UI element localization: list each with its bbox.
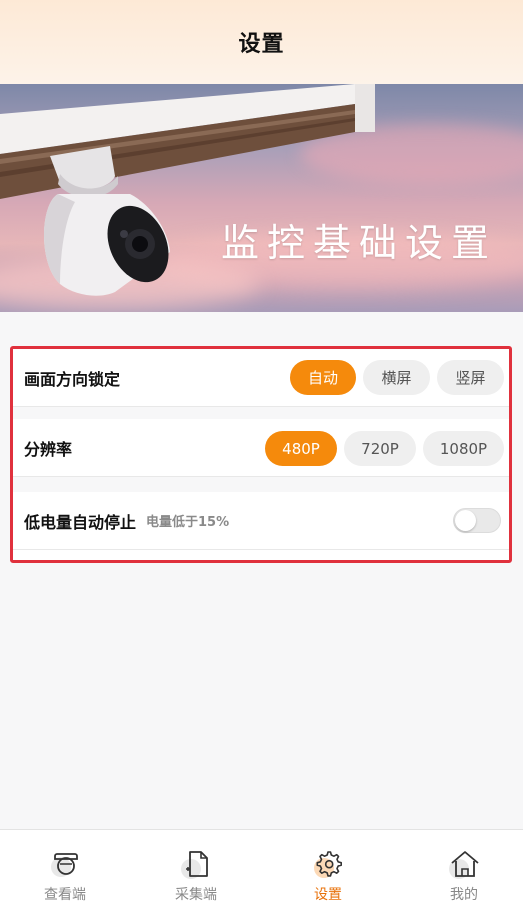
low-battery-note: 电量低于15%: [146, 515, 230, 530]
orientation-lock-label: 画面方向锁定: [24, 369, 121, 389]
orientation-landscape-option[interactable]: 横屏: [363, 360, 430, 395]
tab-viewer[interactable]: 查看端: [0, 830, 130, 909]
page-title: 设置: [238, 32, 285, 57]
camera-view-icon: [51, 853, 78, 877]
orientation-auto-option[interactable]: 自动: [290, 360, 356, 395]
banner-title: 监控基础设置: [220, 221, 497, 265]
orientation-portrait-option[interactable]: 竖屏: [437, 360, 504, 395]
camera-illustration: [0, 84, 375, 296]
tab-viewer-label: 查看端: [44, 887, 86, 903]
low-battery-toggle[interactable]: [453, 508, 501, 533]
tab-capture[interactable]: 采集端: [131, 830, 261, 909]
tab-settings-label: 设置: [314, 887, 342, 903]
resolution-row: 分辨率 480P 720P 1080P: [13, 419, 509, 477]
orientation-lock-row: 画面方向锁定 自动 横屏 竖屏: [13, 349, 509, 407]
tab-mine[interactable]: 我的: [399, 830, 523, 909]
tab-settings[interactable]: 设置: [263, 830, 393, 909]
capture-file-icon: [181, 851, 208, 879]
low-battery-row: 低电量自动停止 电量低于15%: [13, 492, 509, 550]
banner: 监控基础设置: [0, 84, 523, 312]
tab-mine-label: 我的: [450, 887, 478, 903]
low-battery-label: 低电量自动停止: [24, 512, 137, 532]
resolution-1080p-option[interactable]: 1080P: [423, 431, 504, 466]
toggle-knob: [455, 510, 476, 531]
gear-icon: [314, 851, 342, 878]
settings-panel: 画面方向锁定 自动 横屏 竖屏 分辨率 480P 720P 1080P 低电量自…: [10, 346, 512, 563]
resolution-480p-option[interactable]: 480P: [265, 431, 337, 466]
tab-capture-label: 采集端: [175, 887, 217, 903]
bottom-tab-bar: 查看端 采集端 设置 我的: [0, 829, 523, 909]
home-icon: [449, 851, 479, 879]
app: 设置 监控基础设置 画面方向锁定 自动 横屏 竖屏 分辨率 480P 720P …: [0, 0, 523, 909]
resolution-label: 分辨率: [24, 439, 73, 459]
page-header: 设置: [0, 0, 523, 84]
resolution-720p-option[interactable]: 720P: [344, 431, 416, 466]
